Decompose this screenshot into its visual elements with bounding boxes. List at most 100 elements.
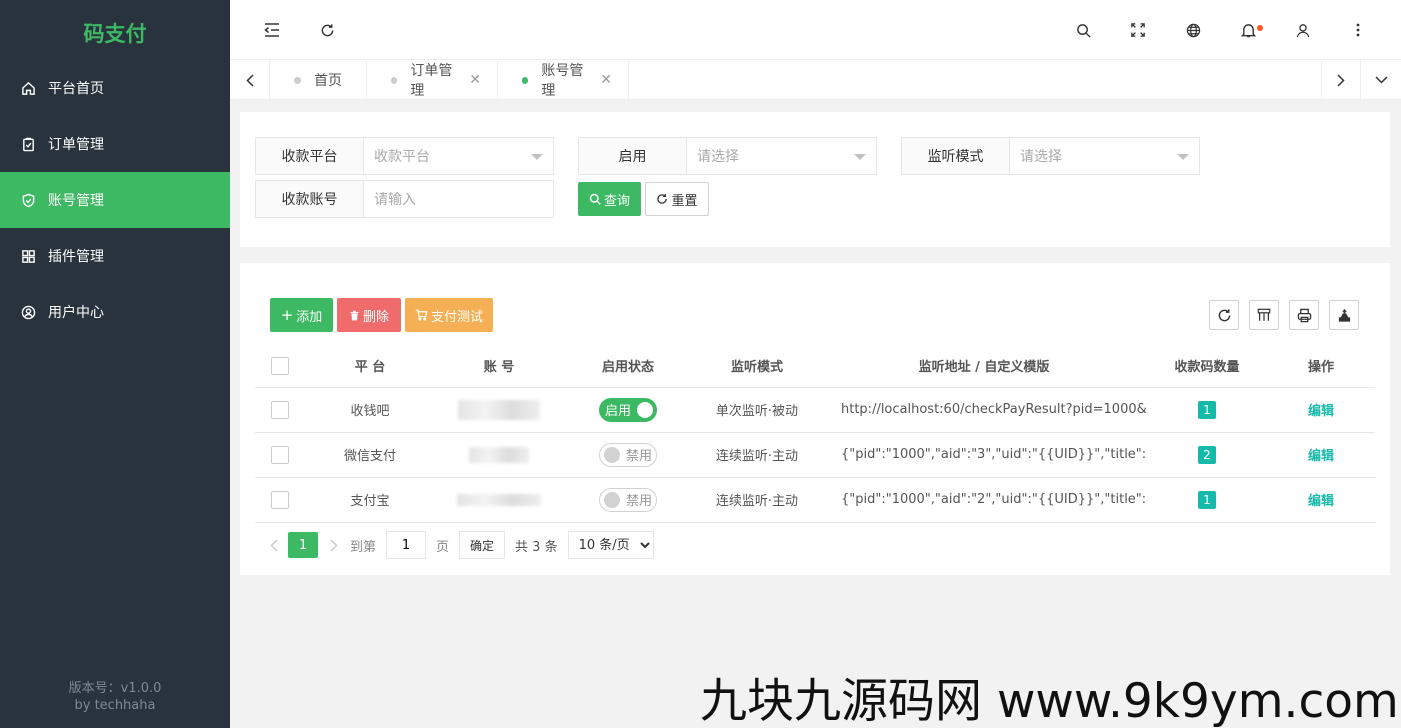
tab-label: 订单管理 <box>410 63 453 99</box>
tab-label: 首页 <box>314 73 342 89</box>
platform-filter[interactable]: 收款平台 收款平台 <box>255 137 554 175</box>
tab-dot <box>391 76 398 84</box>
table-refresh-button[interactable] <box>1209 300 1239 330</box>
address-cell: {"pid":"1000","aid":"2","uid":"{{UID}}",… <box>821 477 1147 523</box>
accounts-table: 平 台 账 号 启用状态 监听模式 监听地址 / 自定义模版 收款码数量 操作 … <box>255 345 1375 523</box>
count-cell: 1 <box>1147 387 1267 433</box>
tab-scroll-left-button[interactable] <box>230 60 270 100</box>
chevron-down-icon <box>854 154 866 160</box>
query-button[interactable]: 查询 <box>578 182 641 216</box>
page-size-select[interactable]: 10 条/页 <box>567 531 654 559</box>
row-select-cell <box>255 387 305 433</box>
add-button[interactable]: + 添加 <box>270 298 333 332</box>
close-icon[interactable]: ✕ <box>600 72 612 88</box>
pay-test-button-label: 支付测试 <box>430 309 483 325</box>
reset-button[interactable]: 重置 <box>645 182 709 216</box>
toggle-label: 禁用 <box>626 494 653 509</box>
enabled-toggle[interactable]: 禁用 <box>599 487 657 512</box>
close-icon[interactable]: ✕ <box>469 72 481 88</box>
prev-page-button[interactable] <box>270 538 278 552</box>
mode-filter-label: 监听模式 <box>902 138 1010 174</box>
goto-confirm-button[interactable]: 确定 <box>459 531 506 559</box>
select-all-checkbox[interactable] <box>271 356 289 375</box>
sidebar-item-label: 插件管理 <box>48 249 104 265</box>
chevron-right-icon <box>330 538 338 552</box>
column-header: 平 台 <box>305 345 435 388</box>
bell-icon[interactable] <box>1239 21 1263 39</box>
column-filter-button[interactable] <box>1249 300 1279 330</box>
enabled-toggle[interactable]: 启用 <box>599 397 657 422</box>
total-count: 共 3 条 <box>515 539 558 555</box>
cart-icon <box>415 309 428 321</box>
platform-select-value: 收款平台 <box>374 149 430 165</box>
fullscreen-icon[interactable] <box>1129 21 1147 39</box>
table-row: 支付宝 禁用 连续监听·主动 {"pid":"1000","aid":"2","… <box>255 477 1375 523</box>
count-badge: 1 <box>1198 400 1216 419</box>
mode-select[interactable]: 请选择 <box>1010 138 1199 174</box>
tab-dot <box>522 76 529 84</box>
edit-link[interactable]: 编辑 <box>1308 449 1334 464</box>
refresh-icon[interactable] <box>318 21 336 39</box>
tab-accounts[interactable]: 账号管理 ✕ <box>498 60 629 100</box>
print-button[interactable] <box>1289 300 1319 330</box>
trash-icon <box>350 310 359 320</box>
chevron-left-icon <box>270 538 278 552</box>
sidebar: 码支付 平台首页 订单管理 账号管理 插件管理 用户中心 版本号：v1.0.0 … <box>0 0 230 728</box>
status-cell: 启用 <box>563 387 693 433</box>
mode-select-value: 请选择 <box>1020 149 1062 165</box>
platform-select[interactable]: 收款平台 <box>364 138 553 174</box>
more-icon[interactable] <box>1349 21 1367 39</box>
account-input[interactable]: 请输入 <box>364 181 553 217</box>
notification-dot <box>1257 25 1263 31</box>
edit-link[interactable]: 编辑 <box>1308 494 1334 509</box>
count-badge: 2 <box>1198 445 1216 464</box>
search-icon[interactable] <box>1074 21 1092 39</box>
version-label: 版本号：v1.0.0 <box>68 681 162 696</box>
row-checkbox[interactable] <box>271 400 289 419</box>
edit-link[interactable]: 编辑 <box>1308 404 1334 419</box>
sidebar-item-label: 平台首页 <box>48 81 104 97</box>
address-cell: {"pid":"1000","aid":"3","uid":"{{UID}}",… <box>821 432 1147 478</box>
enabled-filter[interactable]: 启用 请选择 <box>578 137 877 175</box>
enabled-toggle[interactable]: 禁用 <box>599 442 657 467</box>
column-header: 启用状态 <box>563 345 693 388</box>
sidebar-item-accounts[interactable]: 账号管理 <box>0 172 230 228</box>
sidebar-item-user-center[interactable]: 用户中心 <box>0 284 230 340</box>
toggle-label: 禁用 <box>626 449 653 464</box>
current-page[interactable]: 1 <box>288 532 318 558</box>
tab-orders[interactable]: 订单管理 ✕ <box>367 60 498 100</box>
pay-test-button[interactable]: 支付测试 <box>405 298 493 332</box>
next-page-button[interactable] <box>330 538 338 552</box>
action-cell: 编辑 <box>1267 477 1375 523</box>
redacted-account <box>458 399 540 420</box>
count-badge: 1 <box>1198 490 1216 509</box>
search-icon <box>589 193 601 205</box>
table-header-row: 平 台 账 号 启用状态 监听模式 监听地址 / 自定义模版 收款码数量 操作 <box>255 345 1375 388</box>
tab-menu-dropdown[interactable] <box>1361 60 1401 100</box>
tab-scroll-right-button[interactable] <box>1321 60 1361 100</box>
row-select-cell <box>255 432 305 478</box>
plus-icon: + <box>280 306 294 324</box>
sidebar-item-plugins[interactable]: 插件管理 <box>0 228 230 284</box>
pagination: 1 到第 页 确定 共 3 条 10 条/页 <box>270 531 654 559</box>
enabled-select[interactable]: 请选择 <box>687 138 876 174</box>
account-cell <box>435 477 563 523</box>
account-filter[interactable]: 收款账号 请输入 <box>255 180 554 218</box>
export-button[interactable] <box>1329 300 1359 330</box>
tab-home[interactable]: 首页 <box>270 60 367 100</box>
mode-filter[interactable]: 监听模式 请选择 <box>901 137 1200 175</box>
goto-page-input[interactable] <box>386 531 427 559</box>
menu-fold-icon[interactable] <box>263 21 281 39</box>
sidebar-item-home[interactable]: 平台首页 <box>0 60 230 116</box>
row-checkbox[interactable] <box>271 445 289 464</box>
delete-button[interactable]: 删除 <box>337 298 401 332</box>
user-icon[interactable] <box>1294 21 1312 39</box>
row-checkbox[interactable] <box>271 490 289 509</box>
sidebar-item-orders[interactable]: 订单管理 <box>0 116 230 172</box>
globe-icon[interactable] <box>1184 21 1202 39</box>
refresh-icon <box>1218 308 1230 321</box>
top-header <box>230 0 1401 60</box>
account-cell <box>435 432 563 478</box>
shield-icon <box>20 192 36 208</box>
table-row: 收钱吧 启用 单次监听·被动 http://localhost:60/check… <box>255 387 1375 433</box>
